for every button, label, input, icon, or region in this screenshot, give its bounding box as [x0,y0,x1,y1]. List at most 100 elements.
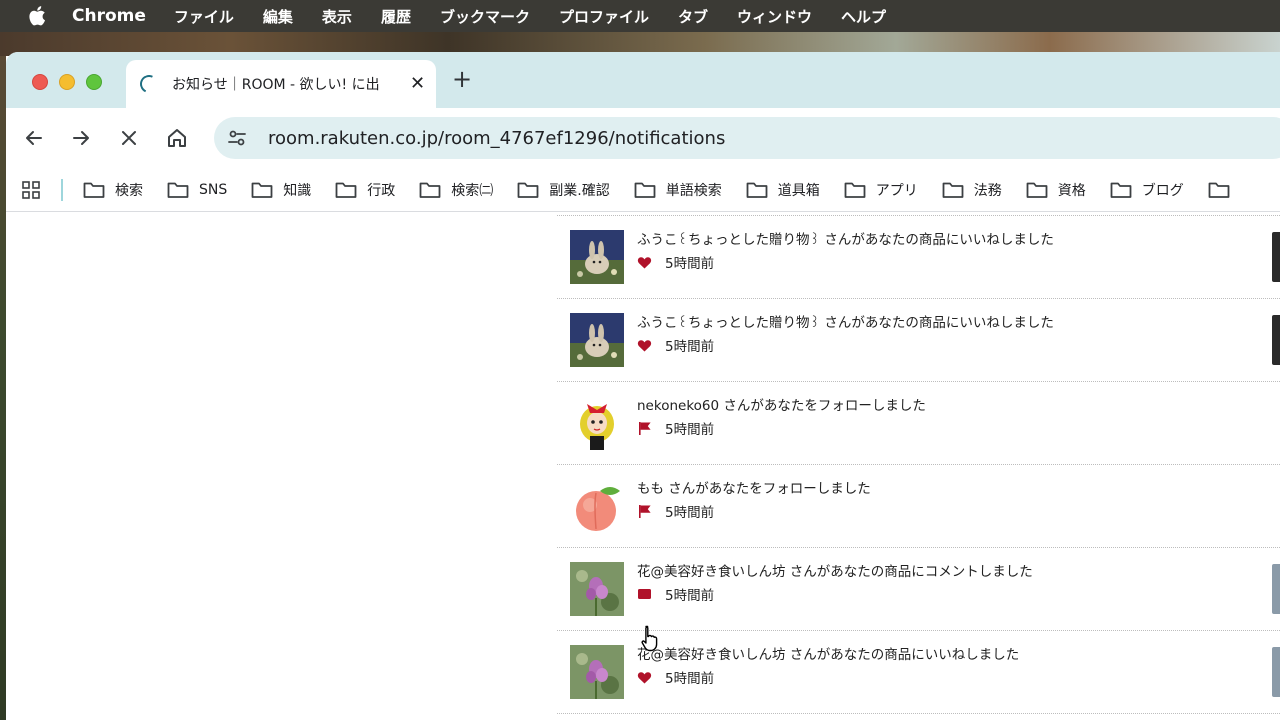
folder-icon [83,181,105,199]
notification-message[interactable]: nekoneko60 さんがあなたをフォローしました [637,394,926,414]
tab-notifications[interactable]: お知らせ｜ROOM - 欲しい! に出 ✕ [126,60,436,108]
notification-time: 5時間前 [665,256,715,272]
item-thumbnail[interactable] [1272,232,1280,282]
bookmark-folder-label: 資格 [1057,182,1086,199]
menubar-item-history[interactable]: 履歴 [381,6,411,27]
window-minimize-button[interactable] [59,74,75,90]
notification-time: 5時間前 [665,671,715,687]
menubar-item-view[interactable]: 表示 [322,6,352,27]
user-avatar[interactable] [570,645,624,699]
notification-item[interactable]: もも さんがあなたをフォローしました 5時間前 [557,465,1280,548]
tab-close-icon[interactable]: ✕ [410,75,425,93]
forward-arrow-icon[interactable] [69,126,93,150]
bookmark-folder-11[interactable]: ブログ [1110,180,1184,200]
bookmark-folder-9[interactable]: 法務 [942,180,1002,200]
notification-message[interactable]: 花@美容好き食いしん坊 さんがあなたの商品にコメントしました [637,560,1033,580]
bookmark-folder-6[interactable]: 単語検索 [634,180,722,200]
window-close-button[interactable] [32,74,48,90]
folder-icon [1208,181,1230,199]
window-zoom-button[interactable] [86,74,102,90]
notification-item[interactable]: ふうこ꒰ちょっとした贈り物꒱ さんがあなたの商品にいいねしました 5時間前 [557,216,1280,299]
folder-icon [251,181,273,199]
menubar-item-tab[interactable]: タブ [678,6,708,27]
item-thumbnail[interactable] [1272,647,1280,697]
apps-grid-icon[interactable] [21,180,41,200]
bookmark-folder-2[interactable]: 知識 [251,180,311,200]
item-thumbnail[interactable] [1272,564,1280,614]
notification-message[interactable]: もも さんがあなたをフォローしました [637,477,871,497]
folder-icon [746,181,768,199]
tab-strip: お知らせ｜ROOM - 欲しい! に出 ✕ + [6,52,1280,108]
notification-item[interactable]: 花@美容好き食いしん坊 さんがあなたの商品にいいねしました 5時間前 [557,631,1280,714]
folder-icon [419,181,441,199]
bookmark-folder-label: 副業.確認 [549,182,610,199]
menubar-item-file[interactable]: ファイル [174,6,234,27]
notification-meta: 5時間前 [637,418,714,438]
bookmarks-separator [61,178,63,201]
address-bar[interactable]: room.rakuten.co.jp/room_4767ef1296/notif… [214,117,1280,159]
menubar-item-help[interactable]: ヘルプ [841,6,886,27]
bookmark-folder-overflow[interactable] [1208,181,1240,199]
notification-meta: 5時間前 [637,501,714,521]
notification-list: 5時間前ふうこ꒰ちょっとした贈り物꒱ さんがあなたの商品にいいねしました5時間前… [557,213,1280,714]
bookmark-folder-7[interactable]: 道具箱 [746,180,820,200]
folder-icon [517,181,539,199]
bookmark-folder-label: 検索 [115,182,143,199]
folder-icon [634,181,656,199]
notification-message[interactable]: ふうこ꒰ちょっとした贈り物꒱ さんがあなたの商品にいいねしました [637,228,1054,248]
notification-item[interactable]: nekoneko60 さんがあなたをフォローしました 5時間前 [557,382,1280,465]
notification-time: 5時間前 [665,588,715,604]
user-avatar[interactable] [570,313,624,367]
apple-logo-icon[interactable] [28,6,46,26]
bookmark-folder-1[interactable]: SNS [167,181,227,199]
notification-item[interactable]: ふうこ꒰ちょっとした贈り物꒱ さんがあなたの商品にいいねしました 5時間前 [557,299,1280,382]
menubar-item-bookmarks[interactable]: ブックマーク [440,6,530,27]
back-arrow-icon[interactable] [22,126,46,150]
user-avatar[interactable] [570,479,624,533]
notification-message[interactable]: 花@美容好き食いしん坊 さんがあなたの商品にいいねしました [637,643,1019,663]
notification-message[interactable]: ふうこ꒰ちょっとした贈り物꒱ さんがあなたの商品にいいねしました [637,311,1054,331]
flag-icon [637,504,652,519]
bookmarks-bar: 検索 SNS 知識 行政 検索㈡ 副業.確認 単語検索 道具箱 アプリ 法務 資格 ブログ [6,168,1280,212]
macos-menu-bar: Chrome ファイル 編集 表示 履歴 ブックマーク プロファイル タブ ウィ… [0,0,1280,32]
notification-time: 5時間前 [665,505,715,521]
address-bar-url[interactable]: room.rakuten.co.jp/room_4767ef1296/notif… [268,128,725,149]
heart-icon [637,255,652,270]
user-avatar[interactable] [570,230,624,284]
menubar-item-profiles[interactable]: プロファイル [559,6,649,27]
folder-icon [942,181,964,199]
new-tab-button[interactable]: + [452,67,472,91]
bookmark-folder-label: 行政 [367,182,396,199]
comment-icon [637,587,652,602]
item-thumbnail[interactable] [1272,315,1280,365]
notification-time: 5時間前 [665,339,715,355]
bookmark-folder-label: SNS [199,181,228,198]
bookmark-folder-3[interactable]: 行政 [335,180,395,200]
site-settings-icon[interactable] [226,127,248,149]
user-avatar[interactable] [570,396,624,450]
user-avatar[interactable] [570,562,624,616]
menubar-app-name[interactable]: Chrome [72,6,146,26]
bookmark-folder-4[interactable]: 検索㈡ [419,180,493,200]
bookmark-folder-label: 単語検索 [665,182,722,199]
bookmark-folder-5[interactable]: 副業.確認 [517,180,610,200]
folder-icon [167,181,189,199]
bookmark-folder-label: 道具箱 [777,182,820,199]
tab-title: お知らせ｜ROOM - 欲しい! に出 [172,77,380,93]
folder-icon [1110,181,1132,199]
menubar-item-window[interactable]: ウィンドウ [737,6,812,27]
browser-window: お知らせ｜ROOM - 欲しい! に出 ✕ + room.rakuten.co.… [6,52,1280,720]
bookmark-folder-10[interactable]: 資格 [1026,180,1086,200]
bookmark-folder-8[interactable]: アプリ [844,180,918,200]
notification-item[interactable]: 花@美容好き食いしん坊 さんがあなたの商品にコメントしました 5時間前 [557,548,1280,631]
menubar-item-edit[interactable]: 編集 [263,6,293,27]
home-icon[interactable] [165,126,189,150]
bookmark-folder-list: 検索 SNS 知識 行政 検索㈡ 副業.確認 単語検索 道具箱 アプリ 法務 資格 ブログ [83,180,1264,200]
hand-pointer-cursor-icon [641,625,658,652]
flag-icon [637,421,652,436]
folder-icon [335,181,357,199]
folder-icon [844,181,866,199]
bookmark-folder-0[interactable]: 検索 [83,180,143,200]
stop-loading-icon[interactable] [117,126,141,150]
bookmark-folder-label: ブログ [1141,182,1184,199]
